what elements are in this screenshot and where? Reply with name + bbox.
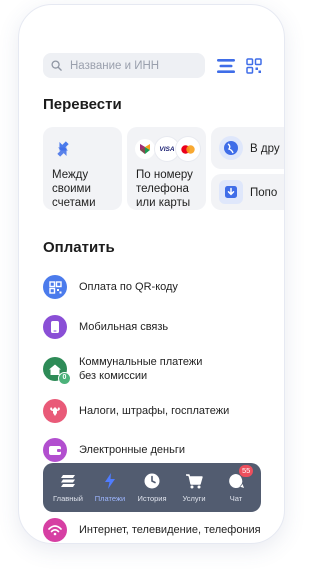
transfer-between-accounts-card[interactable]: Между своими счетами	[43, 127, 122, 210]
search-input[interactable]	[70, 59, 200, 72]
transfer-title: Перевести	[43, 96, 122, 113]
pay-item-internet[interactable]: Интернет, телевидение, телефония	[43, 515, 283, 543]
emblem-icon	[43, 399, 67, 423]
lightning-icon	[105, 473, 115, 489]
pay-item-label: Интернет, телевидение, телефония	[79, 524, 261, 536]
bottom-tab-bar: Главный Платежи История Услуги 55 Чат	[43, 463, 261, 512]
download-icon	[219, 180, 243, 204]
tab-label: Чат	[229, 494, 243, 503]
pay-title: Оплатить	[43, 239, 115, 256]
search-row	[43, 53, 284, 81]
pay-item-label: Коммунальные платежи без комиссии	[79, 355, 202, 383]
tab-label: История	[137, 494, 167, 503]
chat-unread-badge: 55	[239, 465, 254, 477]
pay-item-qr[interactable]: Оплата по QR-коду	[43, 272, 283, 302]
pay-item-e-money[interactable]: Электронные деньги	[43, 435, 283, 465]
top-up-card[interactable]: Попо	[211, 174, 284, 210]
phone-icon	[43, 315, 67, 339]
house-icon: 0	[43, 357, 71, 385]
payments-screen: Перевести Между своими счетами	[19, 5, 284, 543]
payment-systems-icons: VISA	[135, 136, 203, 162]
transfer-card-label: В дру	[250, 143, 280, 155]
pay-item-mobile[interactable]: Мобильная связь	[43, 312, 283, 342]
tab-main[interactable]: Главный	[48, 472, 88, 503]
home-stack-icon	[61, 475, 75, 487]
sbp-icon	[135, 139, 155, 159]
wifi-icon	[43, 518, 67, 542]
pay-item-label: Электронные деньги	[79, 444, 186, 456]
tab-label: Платежи	[94, 494, 126, 503]
tab-label: Главный	[53, 494, 83, 503]
qr-icon	[43, 275, 67, 299]
globe-icon	[219, 136, 243, 160]
transfer-card-label-line: своими	[52, 183, 91, 195]
pay-item-label: Налоги, штрафы, госплатежи	[79, 405, 230, 417]
tab-payments[interactable]: Платежи	[90, 472, 130, 503]
mastercard-icon	[176, 137, 200, 161]
transfer-card-label-line: Между	[52, 169, 89, 181]
pay-item-label: Мобильная связь	[79, 321, 169, 333]
qr-scan-icon[interactable]	[246, 58, 262, 74]
tab-history[interactable]: История	[132, 472, 172, 503]
phone-frame: Перевести Между своими счетами	[18, 4, 285, 544]
pay-item-taxes[interactable]: Налоги, штрафы, госплатежи	[43, 396, 283, 426]
transfer-card-label-line: телефона	[136, 183, 189, 195]
pay-item-label: Оплата по QR-коду	[79, 281, 178, 293]
zero-commission-badge: 0	[58, 372, 71, 385]
pay-item-label-line: Коммунальные платежи	[79, 356, 203, 368]
top-up-card-label: Попо	[250, 187, 278, 199]
pay-item-utilities[interactable]: 0 Коммунальные платежи без комиссии	[43, 354, 283, 385]
clock-icon	[144, 473, 160, 489]
cart-icon	[186, 474, 203, 489]
visa-logo-text: VISA	[159, 145, 175, 153]
pay-item-label-line: без комиссии	[79, 370, 148, 382]
transfer-by-phone-card[interactable]: VISA По номеру телефона или карты	[127, 127, 206, 210]
transfer-card-label-line: По номеру	[136, 169, 193, 181]
filter-icon[interactable]	[217, 58, 235, 74]
transfer-card-label-line: или карты	[136, 197, 191, 209]
tab-chat[interactable]: 55 Чат	[216, 465, 256, 503]
transfer-to-other-bank-card[interactable]: В дру	[211, 127, 284, 169]
search-box[interactable]	[43, 53, 205, 78]
search-icon	[51, 60, 62, 71]
transfer-arrows-icon	[57, 141, 69, 157]
transfer-card-label-line: счетами	[52, 197, 96, 209]
tab-label: Услуги	[182, 494, 206, 503]
wallet-icon	[43, 438, 67, 462]
tab-services[interactable]: Услуги	[174, 472, 214, 503]
